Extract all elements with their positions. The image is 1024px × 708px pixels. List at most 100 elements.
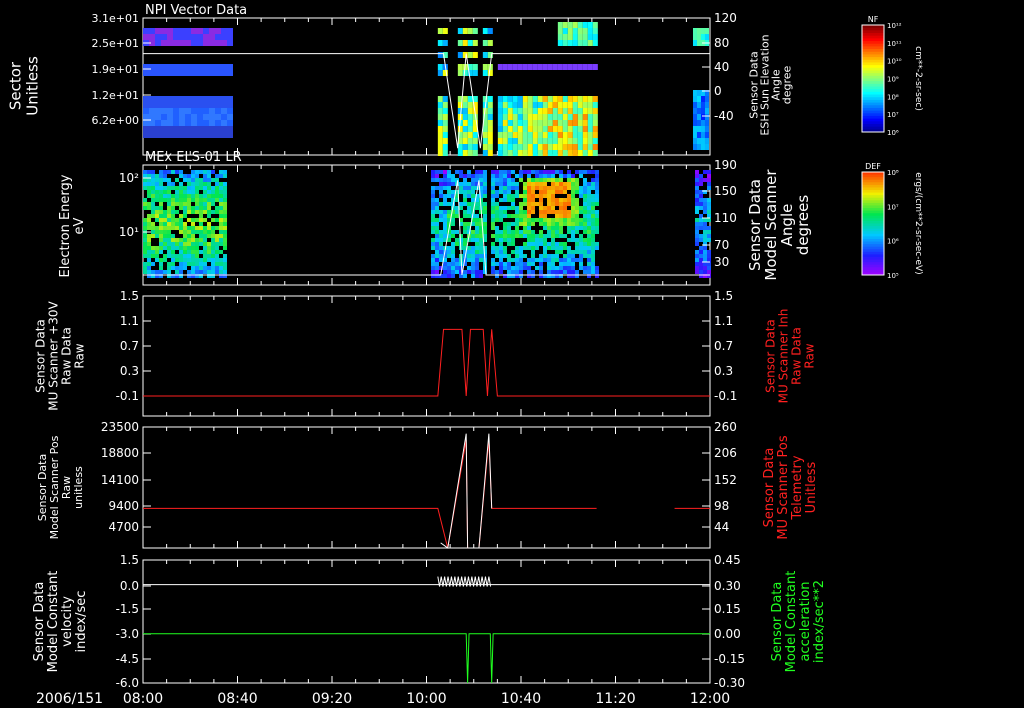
els-pixel — [563, 254, 567, 258]
els-pixel — [527, 202, 531, 206]
npi-pixel — [502, 126, 508, 132]
els-pixel — [183, 202, 187, 206]
els-pixel — [203, 266, 207, 270]
els-pixel — [203, 174, 207, 178]
els-pixel — [199, 178, 203, 182]
panel5-right-tick-label: 0.00 — [714, 627, 741, 641]
els-pixel — [695, 222, 699, 226]
els-pixel — [535, 242, 539, 246]
date-label: 2006/151 — [36, 691, 103, 707]
els-pixel — [507, 226, 511, 230]
els-pixel — [183, 250, 187, 254]
els-pixel — [207, 214, 211, 218]
els-right-tick-label: 190 — [714, 158, 737, 172]
els-pixel — [491, 170, 495, 174]
els-pixel — [467, 270, 471, 274]
els-pixel — [207, 198, 211, 202]
npi-pixel — [185, 114, 191, 120]
npi-pixel — [577, 34, 583, 40]
npi-pixel — [487, 108, 493, 114]
els-pixel — [595, 194, 599, 198]
npi-pixel — [482, 28, 488, 34]
els-pixel — [179, 250, 183, 254]
els-pixel — [539, 190, 543, 194]
els-pixel — [523, 182, 527, 186]
panel3-y2label-line: Raw Data — [790, 327, 804, 385]
els-pixel — [499, 210, 503, 214]
els-pixel — [695, 182, 699, 186]
npi-pixel — [487, 96, 493, 102]
els-pixel — [179, 170, 183, 174]
els-pixel — [483, 206, 487, 210]
npi-pixel — [547, 114, 553, 120]
els-pixel — [151, 174, 155, 178]
npi-pixel — [532, 144, 538, 150]
els-pixel — [451, 218, 455, 222]
els-pixel — [443, 234, 447, 238]
npi-pixel — [221, 64, 227, 70]
els-pixel — [591, 234, 595, 238]
els-pixel — [207, 174, 211, 178]
npi-pixel — [532, 64, 538, 70]
els-pixel — [519, 178, 523, 182]
npi-pixel — [179, 34, 185, 40]
els-pixel — [187, 178, 191, 182]
els-pixel — [219, 190, 223, 194]
els-pixel — [475, 238, 479, 242]
npi-pixel — [437, 70, 443, 76]
els-pixel — [443, 186, 447, 190]
els-pixel — [703, 206, 707, 210]
npi-pixel — [527, 144, 533, 150]
els-ylabel-line: eV — [72, 217, 87, 234]
els-pixel — [587, 242, 591, 246]
time-tick-label: 10:00 — [406, 691, 446, 707]
npi-pixel — [572, 28, 578, 34]
els-pixel — [591, 270, 595, 274]
els-pixel — [463, 210, 467, 214]
els-pixel — [159, 202, 163, 206]
npi-pixel — [542, 126, 548, 132]
els-pixel — [571, 194, 575, 198]
els-pixel — [699, 178, 703, 182]
els-pixel — [147, 226, 151, 230]
els-pixel — [591, 230, 595, 234]
npi-pixel — [542, 114, 548, 120]
els-pixel — [471, 234, 475, 238]
els-pixel — [203, 198, 207, 202]
npi-pixel — [517, 108, 523, 114]
els-pixel — [547, 226, 551, 230]
els-pixel — [551, 230, 555, 234]
els-pixel — [507, 186, 511, 190]
els-pixel — [191, 190, 195, 194]
els-pixel — [167, 214, 171, 218]
panel5-right-tick-label: 0.45 — [714, 553, 741, 567]
els-pixel — [143, 234, 147, 238]
els-pixel — [175, 178, 179, 182]
els-pixel — [187, 182, 191, 186]
els-pixel — [199, 218, 203, 222]
els-pixel — [219, 222, 223, 226]
els-pixel — [587, 182, 591, 186]
els-pixel — [451, 234, 455, 238]
els-pixel — [567, 198, 571, 202]
npi-pixel — [552, 108, 558, 114]
els-pixel — [463, 242, 467, 246]
els-pixel — [543, 186, 547, 190]
els-pixel — [595, 270, 599, 274]
npi-pixel — [582, 34, 588, 40]
els-pixel — [435, 258, 439, 262]
npi-pixel — [221, 102, 227, 108]
els-pixel — [579, 242, 583, 246]
npi-pixel — [191, 126, 197, 132]
els-pixel — [559, 174, 563, 178]
els-pixel — [435, 242, 439, 246]
npi-pixel — [191, 120, 197, 126]
els-pixel — [591, 202, 595, 206]
panel5-left-tick-label: -3.0 — [116, 627, 139, 641]
els-pixel — [559, 250, 563, 254]
npi-pixel — [155, 102, 161, 108]
npi-pixel — [149, 114, 155, 120]
els-pixel — [155, 206, 159, 210]
els-pixel — [567, 182, 571, 186]
els-pixel — [179, 254, 183, 258]
